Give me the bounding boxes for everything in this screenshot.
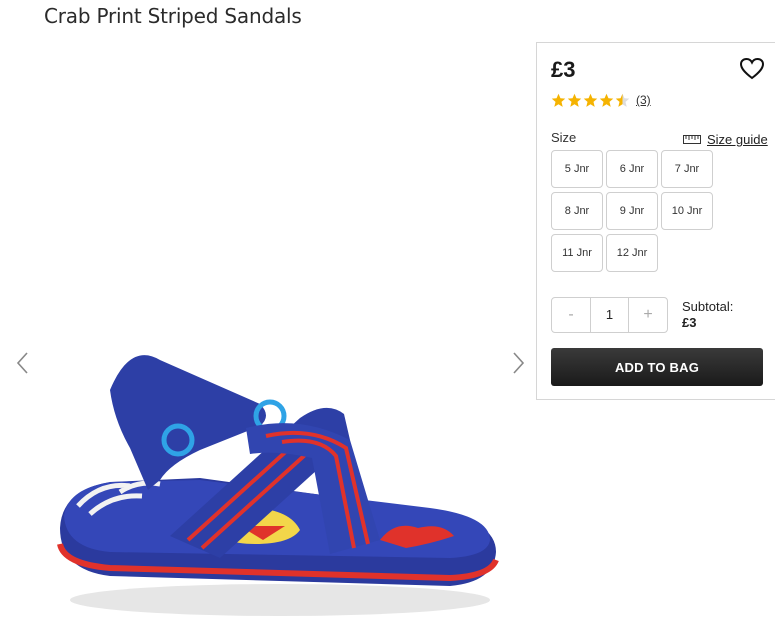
size-option-button[interactable]: 7 Jnr bbox=[661, 150, 713, 188]
size-option-button[interactable]: 12 Jnr bbox=[606, 234, 658, 272]
size-guide-label: Size guide bbox=[707, 132, 768, 147]
size-option-button[interactable]: 8 Jnr bbox=[551, 192, 603, 230]
product-price: £3 bbox=[551, 57, 576, 82]
star-half-icon bbox=[615, 93, 630, 107]
size-option-button[interactable]: 11 Jnr bbox=[551, 234, 603, 272]
chevron-left-icon bbox=[16, 352, 28, 374]
subtotal: Subtotal: £3 bbox=[682, 299, 733, 331]
size-option-button[interactable]: 10 Jnr bbox=[661, 192, 713, 230]
star-rating[interactable]: (3) bbox=[551, 92, 651, 108]
ruler-icon bbox=[683, 135, 701, 144]
size-guide-link[interactable]: Size guide bbox=[683, 132, 768, 147]
quantity-stepper: - 1 + bbox=[551, 297, 668, 333]
subtotal-label: Subtotal: bbox=[682, 299, 734, 314]
subtotal-amount: £3 bbox=[682, 315, 697, 330]
sandal-image bbox=[57, 355, 499, 616]
product-title: Crab Print Striped Sandals bbox=[44, 4, 302, 28]
star-full-icon bbox=[551, 93, 566, 107]
purchase-panel: £3 (3) Size Size guide 5 Jnr 6 Jnr 7 Jnr 8 … bbox=[536, 42, 775, 400]
size-options: 5 Jnr 6 Jnr 7 Jnr 8 Jnr 9 Jnr 10 Jnr 11 Jnr 12 … bbox=[551, 150, 721, 272]
product-image[interactable] bbox=[50, 330, 510, 619]
star-full-icon bbox=[599, 93, 614, 107]
review-count-link[interactable]: (3) bbox=[636, 93, 651, 107]
size-option-button[interactable]: 9 Jnr bbox=[606, 192, 658, 230]
quantity-input[interactable]: 1 bbox=[590, 298, 629, 332]
gallery-next-button[interactable] bbox=[509, 350, 527, 376]
chevron-right-icon bbox=[513, 352, 525, 374]
size-option-button[interactable]: 6 Jnr bbox=[606, 150, 658, 188]
add-to-bag-button[interactable]: ADD TO BAG bbox=[551, 348, 763, 386]
gallery-prev-button[interactable] bbox=[14, 350, 32, 376]
star-full-icon bbox=[583, 93, 598, 107]
quantity-decrement-button[interactable]: - bbox=[552, 298, 590, 332]
add-to-wishlist-button[interactable] bbox=[739, 57, 765, 81]
heart-outline-icon bbox=[739, 57, 765, 80]
star-full-icon bbox=[567, 93, 582, 107]
quantity-increment-button[interactable]: + bbox=[629, 298, 667, 332]
size-label: Size bbox=[551, 130, 577, 145]
size-option-button[interactable]: 5 Jnr bbox=[551, 150, 603, 188]
